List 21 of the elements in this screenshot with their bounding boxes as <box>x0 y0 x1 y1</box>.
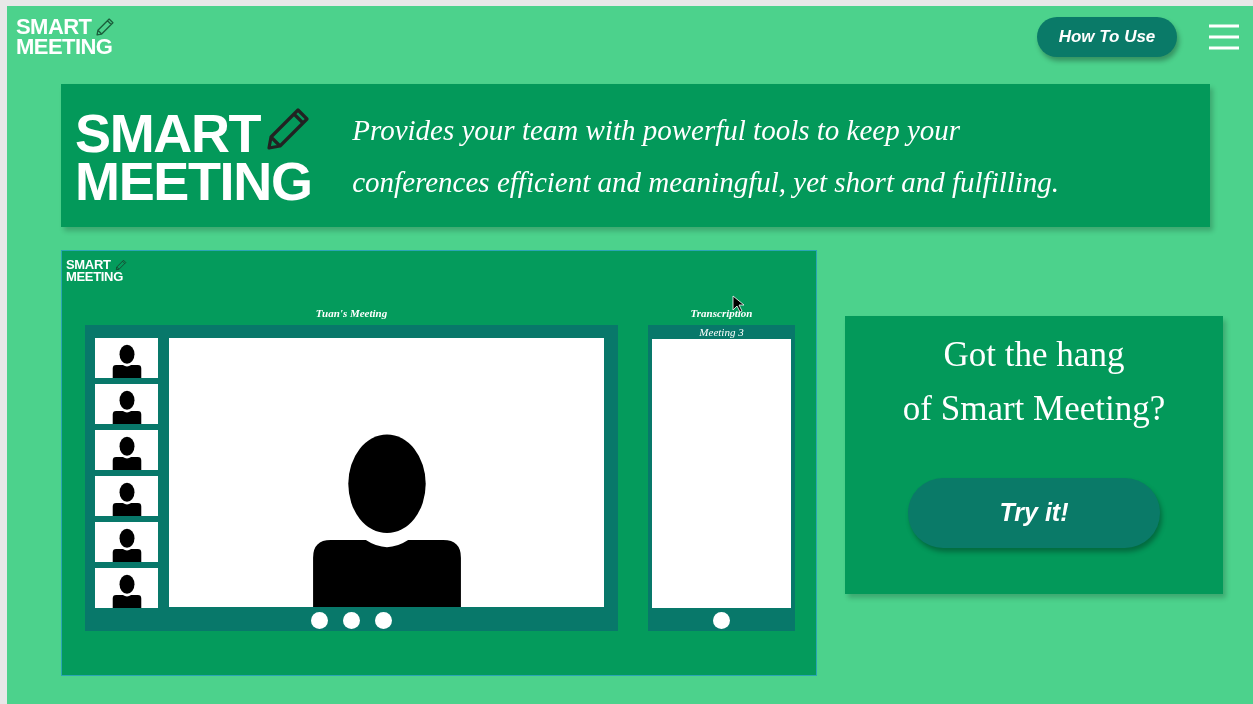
logo-text: MEETING <box>16 37 114 57</box>
logo-text: SMART <box>66 259 111 271</box>
participant-thumbnail[interactable] <box>95 430 158 471</box>
transcription-meeting-name: Meeting 3 <box>699 325 744 340</box>
pencil-icon <box>114 259 127 271</box>
participant-thumbnail[interactable] <box>95 338 158 379</box>
how-to-use-button[interactable]: How To Use <box>1037 17 1177 57</box>
logo-text: SMART <box>16 17 92 38</box>
participant-thumbnail[interactable] <box>95 522 158 563</box>
tagline: Provides your team with powerful tools to keep your conferences efficient and meaningful, yet short and fulfilling. <box>352 112 1060 200</box>
cta-heading: Got the hang of Smart Meeting? <box>902 334 1166 430</box>
logo-text: MEETING <box>66 271 124 283</box>
try-it-button[interactable]: Try it! <box>908 478 1160 548</box>
meeting-title: Tuan's Meeting <box>315 305 388 321</box>
logo-text: MEETING <box>75 157 313 206</box>
transcription-title: Transcription <box>690 305 753 321</box>
participant-thumbnail[interactable] <box>95 568 158 609</box>
logo-text: SMART <box>75 108 261 158</box>
participant-thumbnail[interactable] <box>95 476 158 517</box>
participant-thumbnail[interactable] <box>95 384 158 425</box>
pencil-icon <box>95 17 116 38</box>
